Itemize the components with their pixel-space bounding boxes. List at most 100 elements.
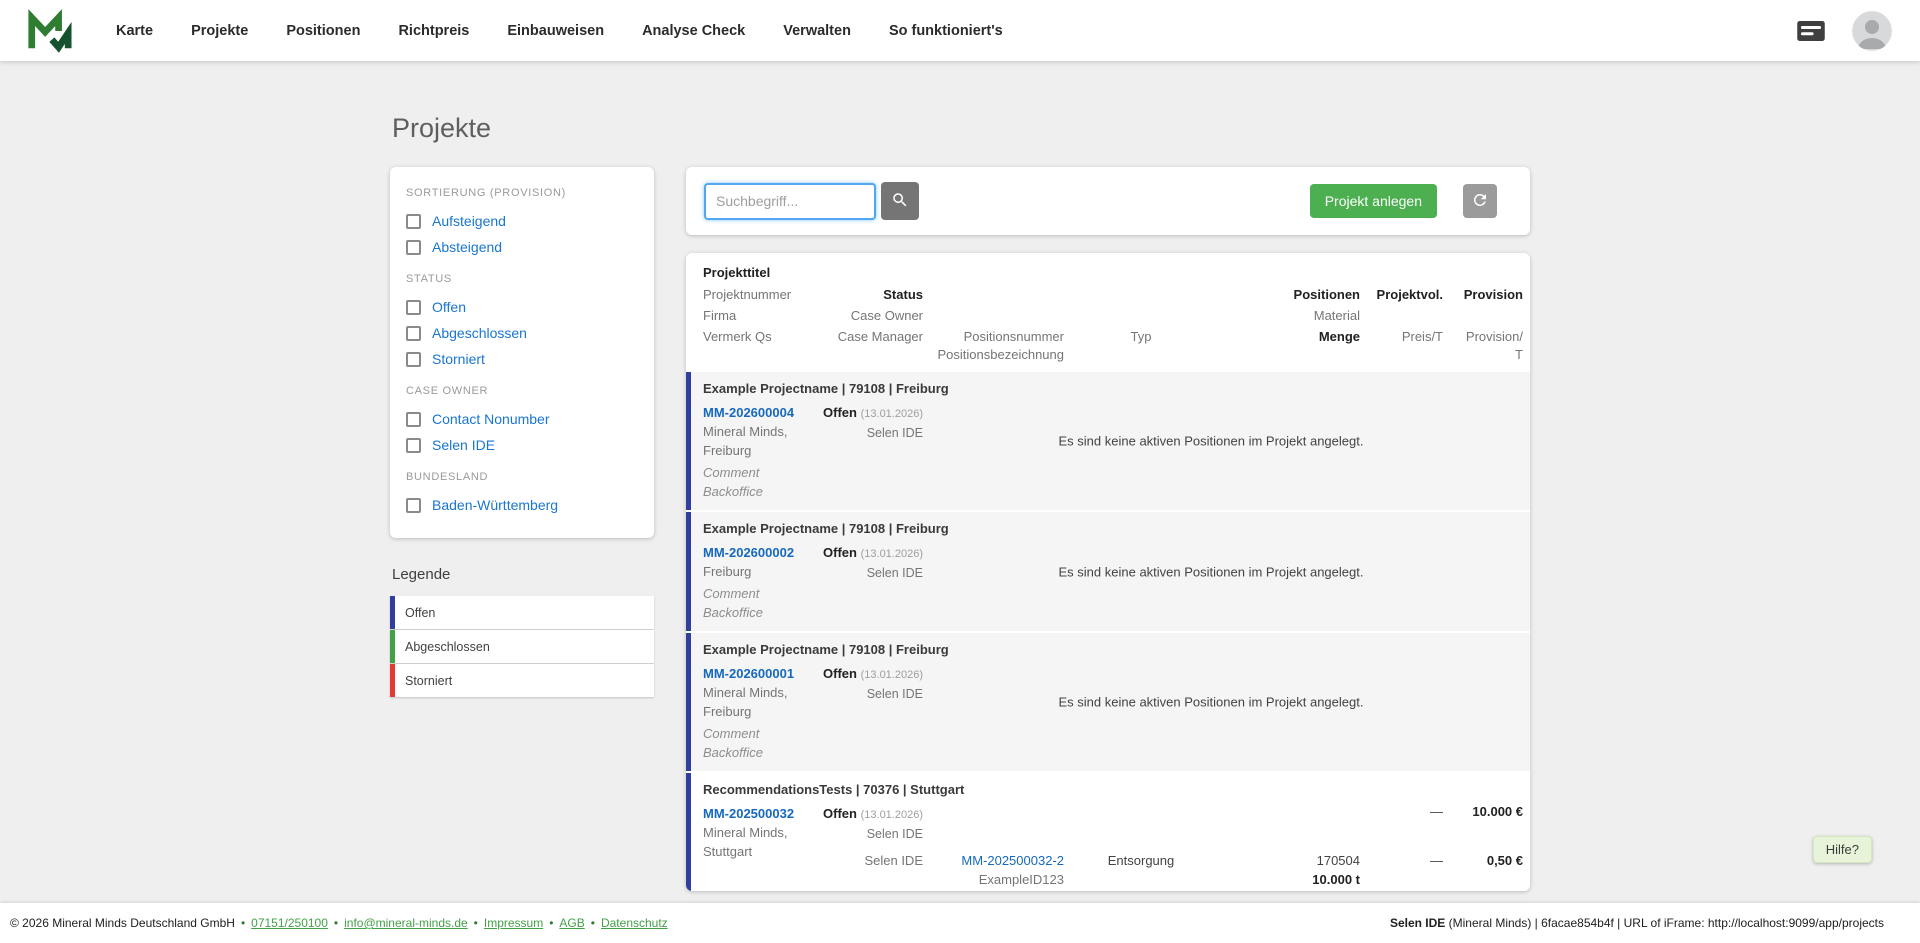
search-button[interactable]: [881, 182, 919, 220]
status-value: Offen: [823, 666, 857, 681]
navbar-right: [1794, 11, 1892, 51]
project-vermerk: Backoffice: [703, 603, 863, 622]
legend-label: Abgeschlossen: [405, 640, 490, 654]
nav-item-verwalten[interactable]: Verwalten: [783, 23, 851, 39]
project-row: Example Projectname | 79108 | Freiburg M…: [686, 512, 1530, 631]
filter-section-sortierung: SORTIERUNG (PROVISION) Aufsteigend Abste…: [406, 187, 638, 260]
top-navbar: Karte Projekte Positionen Richtpreis Ein…: [0, 0, 1920, 61]
project-vermerk: Comment: [703, 463, 863, 482]
filter-section-status: STATUS Offen Abgeschlossen Storniert: [406, 273, 638, 372]
case-owner-value: Selen IDE: [691, 564, 923, 583]
session-details: (Mineral Minds) | 6facae854b4f | URL of …: [1445, 916, 1884, 930]
no-positions-message: Es sind keine aktiven Positionen im Proj…: [991, 564, 1431, 579]
footer-left: © 2026 Mineral Minds Deutschland GmbH • …: [10, 916, 668, 930]
project-firma: Freiburg: [703, 702, 863, 721]
main-navigation: Karte Projekte Positionen Richtpreis Ein…: [116, 23, 1003, 39]
project-firma: Freiburg: [703, 441, 863, 460]
project-provision-value: 10.000 €: [691, 804, 1523, 819]
case-owner-value: Selen IDE: [691, 825, 923, 844]
copyright-text: © 2026 Mineral Minds Deutschland GmbH: [10, 916, 235, 930]
project-status: Offen (13.01.2026) Selen IDE: [691, 403, 923, 443]
nav-item-einbauweisen[interactable]: Einbauweisen: [507, 23, 604, 39]
project-row: RecommendationsTests | 70376 | Stuttgart…: [686, 773, 1530, 891]
no-positions-message: Es sind keine aktiven Positionen im Proj…: [991, 695, 1431, 710]
col-provision-t-2: T: [686, 347, 1523, 362]
card-reader-icon[interactable]: [1794, 18, 1828, 44]
footer-impressum-link[interactable]: Impressum: [484, 916, 543, 930]
filter-option-contact-nonumber[interactable]: Contact Nonumber: [406, 406, 638, 432]
nav-item-analyse-check[interactable]: Analyse Check: [642, 23, 745, 39]
checkbox-icon[interactable]: [406, 412, 421, 427]
footer-session-info: Selen IDE (Mineral Minds) | 6facae854b4f…: [1390, 916, 1884, 930]
legend: Offen Abgeschlossen Storniert: [390, 596, 654, 697]
filter-section-title: SORTIERUNG (PROVISION): [406, 187, 638, 199]
filter-option-aufsteigend[interactable]: Aufsteigend: [406, 208, 638, 234]
checkbox-icon[interactable]: [406, 326, 421, 341]
refresh-button[interactable]: [1463, 184, 1497, 218]
filter-section-title: STATUS: [406, 273, 638, 285]
separator: •: [334, 916, 338, 930]
legend-label: Storniert: [405, 674, 452, 688]
filter-option-abgeschlossen[interactable]: Abgeschlossen: [406, 320, 638, 346]
nav-item-positionen[interactable]: Positionen: [286, 23, 360, 39]
filter-option-storniert[interactable]: Storniert: [406, 346, 638, 372]
filter-section-title: BUNDESLAND: [406, 471, 638, 483]
search-icon: [891, 191, 909, 212]
checkbox-icon[interactable]: [406, 214, 421, 229]
footer-phone-link[interactable]: 07151/250100: [251, 916, 328, 930]
project-status: Offen (13.01.2026) Selen IDE: [691, 543, 923, 583]
position-provision-t: 0,50 €: [691, 853, 1523, 868]
nav-item-projekte[interactable]: Projekte: [191, 23, 248, 39]
checkbox-icon[interactable]: [406, 438, 421, 453]
table-header: Projekttitel Projektnummer Firma Vermerk…: [686, 253, 1530, 372]
create-project-button[interactable]: Projekt anlegen: [1310, 184, 1437, 218]
help-button[interactable]: Hilfe?: [1813, 836, 1872, 863]
projects-table-card: Projekttitel Projektnummer Firma Vermerk…: [686, 253, 1530, 891]
footer-agb-link[interactable]: AGB: [559, 916, 584, 930]
main-area: Projekte SORTIERUNG (PROVISION) Aufsteig…: [0, 61, 1920, 903]
status-date: (13.01.2026): [861, 669, 923, 681]
filter-option-baden-wuerttemberg[interactable]: Baden-Württemberg: [406, 492, 638, 518]
nav-item-richtpreis[interactable]: Richtpreis: [398, 23, 469, 39]
checkbox-icon[interactable]: [406, 300, 421, 315]
legend-item-abgeschlossen: Abgeschlossen: [390, 630, 654, 663]
col-material: Material: [686, 308, 1360, 323]
nav-item-so-funktionierts[interactable]: So funktioniert's: [889, 23, 1003, 39]
legend-item-offen: Offen: [390, 596, 654, 629]
status-value: Offen: [823, 545, 857, 560]
project-row: Example Projectname | 79108 | Freiburg M…: [686, 372, 1530, 510]
checkbox-icon[interactable]: [406, 240, 421, 255]
sidebar: SORTIERUNG (PROVISION) Aufsteigend Abste…: [390, 167, 654, 698]
col-provision-t: Provision/: [686, 329, 1523, 344]
no-positions-message: Es sind keine aktiven Positionen im Proj…: [991, 434, 1431, 449]
filter-section-title: CASE OWNER: [406, 385, 638, 397]
separator: •: [549, 916, 553, 930]
footer-datenschutz-link[interactable]: Datenschutz: [601, 916, 668, 930]
position-menge: 10.000 t: [691, 872, 1360, 887]
filter-option-offen[interactable]: Offen: [406, 294, 638, 320]
project-title: Example Projectname | 79108 | Freiburg: [703, 379, 1530, 398]
filter-option-absteigend[interactable]: Absteigend: [406, 234, 638, 260]
legend-item-storniert: Storniert: [390, 664, 654, 697]
col-provision: Provision: [686, 287, 1523, 302]
nav-item-karte[interactable]: Karte: [116, 23, 153, 39]
checkbox-icon[interactable]: [406, 498, 421, 513]
footer-email-link[interactable]: info@mineral-minds.de: [344, 916, 468, 930]
status-date: (13.01.2026): [861, 548, 923, 560]
project-vermerk: Backoffice: [703, 743, 863, 762]
user-avatar[interactable]: [1852, 11, 1892, 51]
project-status: Offen (13.01.2026) Selen IDE: [691, 664, 923, 704]
checkbox-icon[interactable]: [406, 352, 421, 367]
mineral-minds-logo-icon[interactable]: [26, 8, 72, 54]
project-vermerk: Comment: [703, 584, 863, 603]
case-owner-value: Selen IDE: [691, 424, 923, 443]
refresh-icon: [1471, 191, 1489, 212]
session-user: Selen IDE: [1390, 916, 1445, 930]
main-column: Projekt anlegen Projekttitel P: [686, 167, 1530, 891]
search-input[interactable]: [704, 183, 876, 220]
separator: •: [474, 916, 478, 930]
project-vermerk: Backoffice: [703, 482, 863, 501]
filter-section-bundesland: BUNDESLAND Baden-Württemberg: [406, 471, 638, 518]
filter-option-selen-ide[interactable]: Selen IDE: [406, 432, 638, 458]
project-row: Example Projectname | 79108 | Freiburg M…: [686, 633, 1530, 771]
